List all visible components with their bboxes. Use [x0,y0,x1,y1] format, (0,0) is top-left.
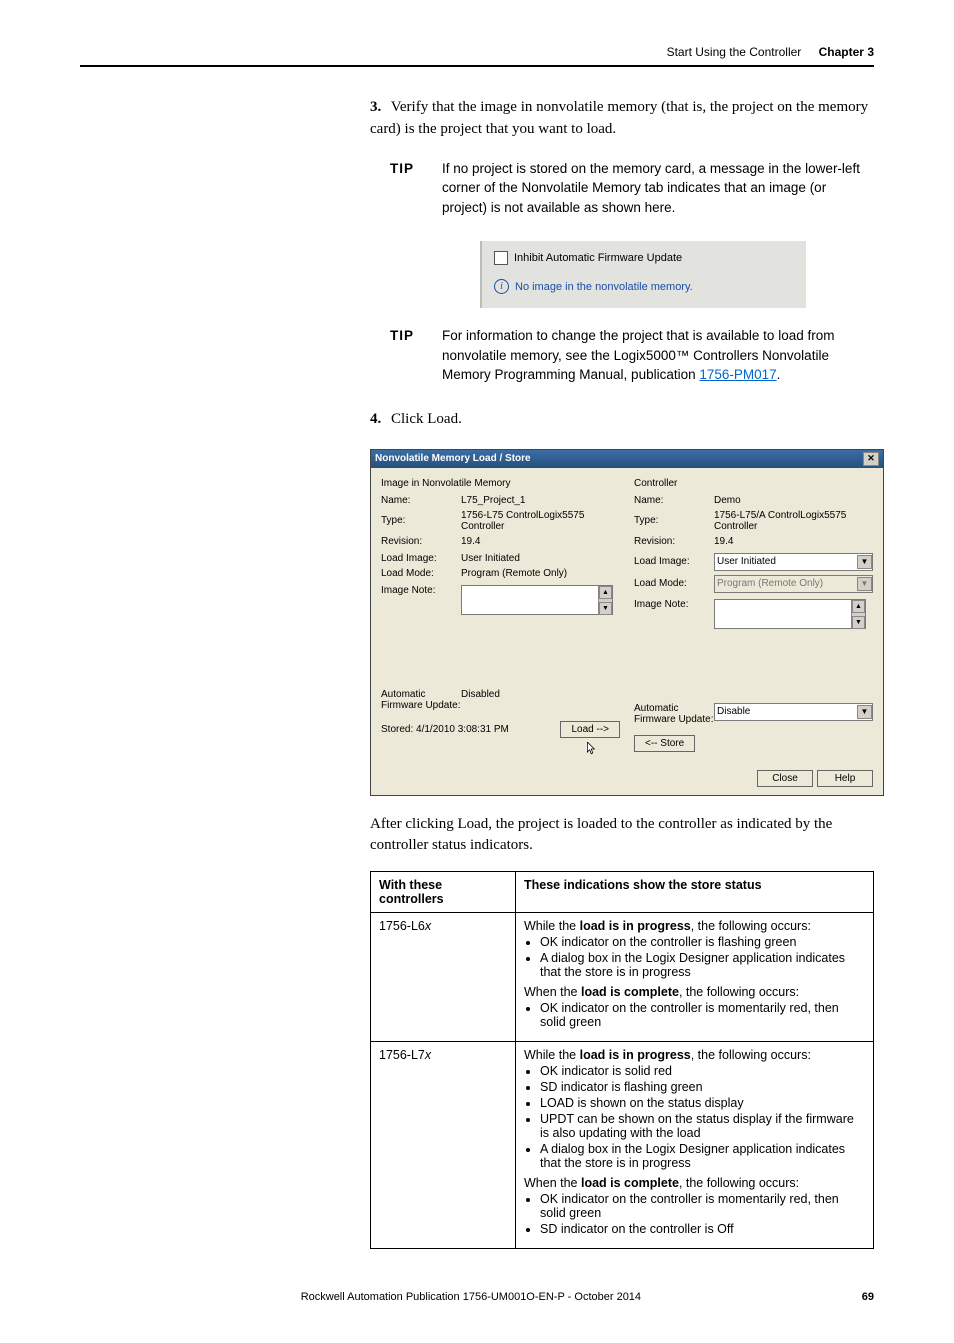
table-header-indications: These indications show the store status [516,872,874,913]
right-type-value: 1756-L75/A ControlLogix5575 Controller [714,510,873,532]
controller-cell: 1756-L6x [371,913,516,1042]
controller-panel: Controller Name:Demo Type:1756-L75/A Con… [634,478,873,756]
table-row: 1756-L6xWhile the load is in progress, t… [371,913,874,1042]
scroll-up-icon[interactable]: ▲ [599,586,612,599]
step-4-number: 4. [370,411,381,427]
step-3-number: 3. [370,99,381,115]
right-loadmode-label: Load Mode: [634,578,714,589]
right-imagenote-label: Image Note: [634,599,714,610]
no-image-message: No image in the nonvolatile memory. [515,281,693,293]
right-afw-label: Automatic Firmware Update: [634,703,714,725]
right-imagenote-textarea[interactable]: ▲▼ [714,599,866,629]
right-type-label: Type: [634,515,714,526]
chevron-down-icon[interactable]: ▼ [857,555,872,569]
table-row: 1756-L7xWhile the load is in progress, t… [371,1042,874,1249]
left-imagenote-textarea[interactable]: ▲▼ [461,585,613,615]
stored-timestamp: Stored: 4/1/2010 3:08:31 PM [381,724,509,735]
right-loadimage-select[interactable]: User Initiated▼ [714,553,873,571]
left-type-label: Type: [381,515,461,526]
left-name-label: Name: [381,495,461,506]
tip-1-text: If no project is stored on the memory ca… [442,159,874,218]
left-loadmode-value: Program (Remote Only) [461,568,620,579]
header-chapter-label: Chapter 3 [819,45,874,59]
right-name-value: Demo [714,495,873,506]
inhibit-checkbox[interactable] [494,251,508,265]
page-footer: Rockwell Automation Publication 1756-UM0… [80,1291,874,1303]
close-button[interactable]: Close [757,770,813,787]
chevron-down-icon[interactable]: ▼ [857,705,872,719]
left-loadimage-label: Load Image: [381,553,461,564]
info-icon: i [494,279,509,294]
left-afw-label: Automatic Firmware Update: [381,689,461,711]
no-image-snippet: Inhibit Automatic Firmware Update i No i… [480,241,806,308]
controller-cell: 1756-L7x [371,1042,516,1249]
help-button[interactable]: Help [817,770,873,787]
tip-1-label: TIP [390,159,442,218]
dialog-title: Nonvolatile Memory Load / Store [375,453,531,464]
left-revision-label: Revision: [381,536,461,547]
inhibit-checkbox-label: Inhibit Automatic Firmware Update [514,252,682,264]
right-loadimage-label: Load Image: [634,556,714,567]
right-loadmode-select: Program (Remote Only)▼ [714,575,873,593]
tip-2-text: For information to change the project th… [442,326,874,385]
after-load-paragraph: After clicking Load, the project is load… [370,814,874,858]
footer-page-number: 69 [862,1291,874,1303]
table-header-controllers: With these controllers [371,872,516,913]
tip-2-label: TIP [390,326,442,385]
image-in-nvm-panel: Image in Nonvolatile Memory Name:L75_Pro… [381,478,620,756]
step-3: 3. Verify that the image in nonvolatile … [370,97,874,141]
left-panel-header: Image in Nonvolatile Memory [381,478,620,489]
scroll-up-icon[interactable]: ▲ [852,600,865,613]
left-name-value: L75_Project_1 [461,495,620,506]
left-revision-value: 19.4 [461,536,620,547]
right-panel-header: Controller [634,478,873,489]
right-revision-value: 19.4 [714,536,873,547]
store-button[interactable]: <-- Store [634,735,695,752]
left-loadmode-label: Load Mode: [381,568,461,579]
nonvolatile-memory-dialog: Nonvolatile Memory Load / Store ✕ Image … [370,449,884,796]
step-4-text: Click Load. [391,411,462,427]
right-revision-label: Revision: [634,536,714,547]
header-title: Start Using the Controller [667,45,802,59]
dialog-titlebar: Nonvolatile Memory Load / Store ✕ [371,450,883,468]
close-icon[interactable]: ✕ [863,452,879,466]
left-afw-value: Disabled [461,689,620,700]
scroll-down-icon[interactable]: ▼ [599,602,612,615]
right-afw-select[interactable]: Disable▼ [714,703,873,721]
tip-block-2: TIP For information to change the projec… [390,326,874,385]
left-loadimage-value: User Initiated [461,553,620,564]
page-header: Start Using the Controller Chapter 3 [80,45,874,67]
left-imagenote-label: Image Note: [381,585,461,596]
footer-publication: Rockwell Automation Publication 1756-UM0… [80,1291,862,1303]
indications-cell: While the load is in progress, the follo… [516,1042,874,1249]
step-3-text: Verify that the image in nonvolatile mem… [370,99,868,137]
left-type-value: 1756-L75 ControlLogix5575 Controller [461,510,620,532]
publication-link[interactable]: 1756-PM017 [699,367,776,382]
cursor-icon [587,742,597,756]
step-4: 4. Click Load. [370,409,874,431]
chevron-down-icon: ▼ [857,577,872,591]
tip-block-1: TIP If no project is stored on the memor… [390,159,874,218]
load-button[interactable]: Load --> [560,721,620,738]
scroll-down-icon[interactable]: ▼ [852,616,865,629]
right-name-label: Name: [634,495,714,506]
status-table: With these controllers These indications… [370,871,874,1249]
indications-cell: While the load is in progress, the follo… [516,913,874,1042]
